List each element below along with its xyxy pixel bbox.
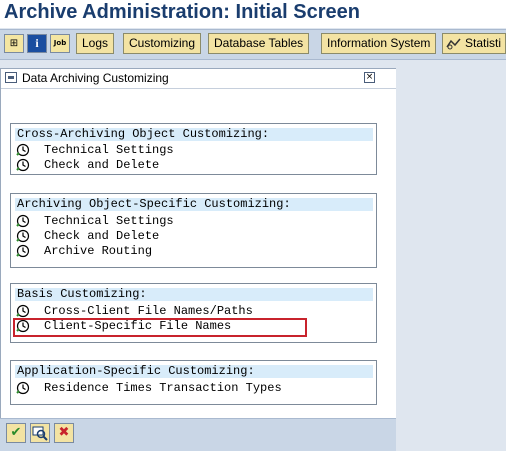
job-icon[interactable]: Job (50, 34, 70, 53)
dialog-body: Cross-Archiving Object Customizing: Tech… (1, 89, 396, 419)
group-heading: Application-Specific Customizing: (15, 365, 373, 378)
item-label: Residence Times Transaction Types (44, 381, 282, 395)
find-icon (32, 426, 48, 441)
hierarchy-icon[interactable]: ⊞ (4, 34, 24, 53)
customizing-button[interactable]: Customizing (123, 33, 202, 54)
clock-icon (16, 304, 30, 318)
item-label: Cross-Client File Names/Paths (44, 304, 253, 318)
clock-icon (16, 214, 30, 228)
confirm-button[interactable]: ✔ (6, 423, 26, 443)
application-toolbar: ⊞ i Job Logs Customizing Database Tables… (0, 29, 506, 60)
dialog-title: Data Archiving Customizing (22, 71, 169, 85)
group-application-specific: Application-Specific Customizing: Reside… (10, 360, 377, 405)
dialog-header: Data Archiving Customizing × (1, 69, 396, 89)
highlight-box (13, 318, 307, 337)
list-item-technical-settings[interactable]: Technical Settings (16, 143, 174, 158)
group-basis-customizing: Basis Customizing: Cross-Client File Nam… (10, 283, 377, 343)
statistics-icon (446, 38, 461, 50)
background-area (396, 68, 506, 450)
item-label: Archive Routing (44, 244, 153, 258)
title-bar: Archive Administration: Initial Screen (0, 0, 506, 28)
customizing-dialog: Data Archiving Customizing × Cross-Archi… (0, 68, 396, 450)
item-label: Check and Delete (44, 158, 160, 172)
close-icon[interactable]: × (364, 72, 375, 83)
clock-icon (16, 158, 30, 172)
information-system-button[interactable]: Information System (321, 33, 437, 54)
group-heading: Basis Customizing: (15, 288, 373, 301)
find-button[interactable] (30, 423, 50, 443)
logs-button[interactable]: Logs (76, 33, 115, 54)
item-label: Technical Settings (44, 143, 174, 157)
dialog-footer: ✔ ✖ (0, 418, 396, 451)
clock-icon (16, 381, 30, 395)
list-item-check-and-delete[interactable]: Check and Delete (16, 158, 159, 173)
info-icon[interactable]: i (27, 34, 47, 53)
database-tables-button[interactable]: Database Tables (208, 33, 310, 54)
clock-icon (16, 244, 30, 258)
list-item-technical-settings[interactable]: Technical Settings (16, 214, 174, 229)
group-cross-archiving: Cross-Archiving Object Customizing: Tech… (10, 123, 377, 175)
statistics-button[interactable]: Statisti (442, 33, 506, 54)
group-archiving-object-specific: Archiving Object-Specific Customizing: T… (10, 193, 377, 268)
item-label: Check and Delete (44, 229, 160, 243)
list-item-residence-times[interactable]: Residence Times Transaction Types (16, 381, 282, 396)
item-label: Technical Settings (44, 214, 174, 228)
dialog-window-icon (5, 72, 17, 83)
statistics-label: Statisti (465, 36, 502, 50)
list-item-archive-routing[interactable]: Archive Routing (16, 244, 152, 259)
group-heading: Cross-Archiving Object Customizing: (15, 128, 373, 141)
cancel-button[interactable]: ✖ (54, 423, 74, 443)
clock-icon (16, 229, 30, 243)
list-item-cross-client-file-names[interactable]: Cross-Client File Names/Paths (16, 304, 253, 319)
list-item-check-and-delete[interactable]: Check and Delete (16, 229, 159, 244)
window-title: Archive Administration: Initial Screen (4, 1, 361, 23)
clock-icon (16, 143, 30, 157)
group-heading: Archiving Object-Specific Customizing: (15, 198, 373, 211)
